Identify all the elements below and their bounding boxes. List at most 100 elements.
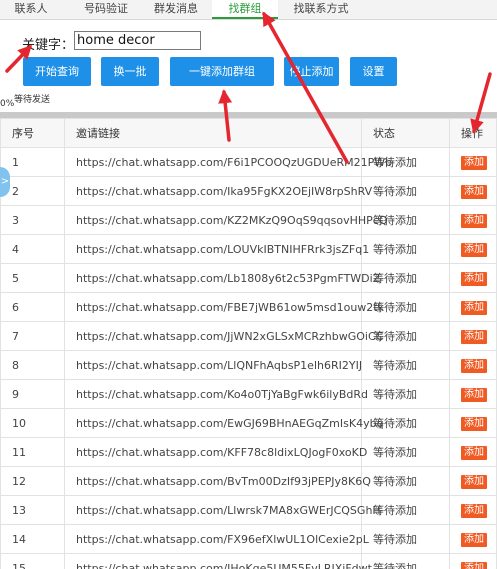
row-invite-link: https://chat.whatsapp.com/Ko4o0TjYaBgFwk… — [64, 379, 368, 409]
row-no: 4 — [0, 234, 65, 264]
row-add-button[interactable]: 添加 — [461, 184, 487, 199]
table-row: 11 https://chat.whatsapp.com/KFF78c8ldixL… — [0, 437, 497, 467]
row-no: 15 — [0, 553, 65, 569]
row-invite-link: https://chat.whatsapp.com/IHoKge5UM55FvL… — [64, 553, 372, 569]
row-status: 等待添加 — [361, 263, 450, 293]
header-no: 序号 — [0, 118, 65, 148]
row-add-button[interactable]: 添加 — [461, 300, 487, 315]
tab-find-contacts[interactable]: 找联系方式 — [280, 0, 362, 19]
row-no: 2 — [0, 176, 65, 206]
tab-number-verify[interactable]: 号码验证 — [70, 0, 142, 19]
table-row: 14 https://chat.whatsapp.com/FX96efXlwUL1… — [0, 524, 497, 554]
table-row: 8 https://chat.whatsapp.com/LlQNFhAqbsP1e… — [0, 350, 497, 380]
row-invite-link: https://chat.whatsapp.com/BvTm00DzIf93jP… — [64, 466, 371, 496]
row-status: 等待添加 — [361, 350, 450, 380]
table-row: 7 https://chat.whatsapp.com/JjWN2xGLSxMCR… — [0, 321, 497, 351]
row-op-cell: 添加 — [449, 147, 497, 177]
keyword-label: 关键字： — [22, 38, 75, 53]
row-op-cell: 添加 — [449, 176, 497, 206]
row-invite-link: https://chat.whatsapp.com/FBE7jWB61ow5ms… — [64, 292, 384, 322]
row-invite-link: https://chat.whatsapp.com/KFF78c8ldixLQJ… — [64, 437, 367, 467]
row-add-button[interactable]: 添加 — [461, 155, 487, 170]
row-add-button[interactable]: 添加 — [461, 213, 487, 228]
row-no: 11 — [0, 437, 65, 467]
row-invite-link: https://chat.whatsapp.com/EwGJ69BHnAEGqZ… — [64, 408, 384, 438]
table-row: 5 https://chat.whatsapp.com/Lb1808y6t2c53… — [0, 263, 497, 293]
row-add-button[interactable]: 添加 — [461, 387, 487, 402]
tab-bulk-message[interactable]: 群发消息 — [142, 0, 210, 19]
row-no: 10 — [0, 408, 65, 438]
row-op-cell: 添加 — [449, 524, 497, 554]
row-add-button[interactable]: 添加 — [461, 416, 487, 431]
progress-percent: 0% — [0, 99, 15, 109]
row-add-button[interactable]: 添加 — [461, 503, 487, 518]
row-add-button[interactable]: 添加 — [461, 271, 487, 286]
send-status-text: 等待发送 — [14, 95, 51, 105]
settings-button[interactable]: 设置 — [350, 57, 397, 86]
row-add-button[interactable]: 添加 — [461, 474, 487, 489]
table-row: 10 https://chat.whatsapp.com/EwGJ69BHnAEG… — [0, 408, 497, 438]
row-status: 等待添加 — [361, 176, 450, 206]
row-status: 等待添加 — [361, 524, 450, 554]
row-no: 12 — [0, 466, 65, 496]
row-op-cell: 添加 — [449, 292, 497, 322]
tab-bar: 联系人 号码验证 群发消息 找群组 找联系方式 — [0, 0, 497, 20]
header-status: 状态 — [361, 118, 450, 148]
row-status: 等待添加 — [361, 553, 450, 569]
row-no: 13 — [0, 495, 65, 525]
row-add-button[interactable]: 添加 — [461, 532, 487, 547]
row-status: 等待添加 — [361, 495, 450, 525]
row-no: 1 — [0, 147, 65, 177]
row-invite-link: https://chat.whatsapp.com/KZ2MKzQ9OqS9qq… — [64, 205, 387, 235]
row-op-cell: 添加 — [449, 466, 497, 496]
table-row: 6 https://chat.whatsapp.com/FBE7jWB61ow5m… — [0, 292, 497, 322]
row-no: 3 — [0, 205, 65, 235]
row-status: 等待添加 — [361, 234, 450, 264]
table-row: 12 https://chat.whatsapp.com/BvTm00DzIf93… — [0, 466, 497, 496]
row-status: 等待添加 — [361, 437, 450, 467]
row-op-cell: 添加 — [449, 321, 497, 351]
table-row: 15 https://chat.whatsapp.com/IHoKge5UM55F… — [0, 553, 497, 569]
row-op-cell: 添加 — [449, 379, 497, 409]
table-header-row: 序号 邀请链接 状态 操作 — [0, 118, 497, 148]
row-status: 等待添加 — [361, 379, 450, 409]
group-table-container[interactable]: 序号 邀请链接 状态 操作 1 https://chat.whatsapp.com… — [0, 118, 497, 569]
keyword-input[interactable]: home decor — [74, 31, 201, 50]
add-all-groups-button[interactable]: 一键添加群组 — [170, 57, 274, 86]
row-add-button[interactable]: 添加 — [461, 329, 487, 344]
row-op-cell: 添加 — [449, 205, 497, 235]
row-invite-link: https://chat.whatsapp.com/JjWN2xGLSxMCRz… — [64, 321, 383, 351]
table-row: 2 https://chat.whatsapp.com/Ika95FgKX2OEj… — [0, 176, 497, 206]
row-status: 等待添加 — [361, 466, 450, 496]
refresh-batch-button[interactable]: 换一批 — [101, 57, 159, 86]
row-no: 8 — [0, 350, 65, 380]
row-invite-link: https://chat.whatsapp.com/F6i1PCOOQzUGDU… — [64, 147, 392, 177]
row-invite-link: https://chat.whatsapp.com/Llwrsk7MA8xGWE… — [64, 495, 381, 525]
table-row: 9 https://chat.whatsapp.com/Ko4o0TjYaBgFw… — [0, 379, 497, 409]
tab-contacts[interactable]: 联系人 — [0, 0, 62, 19]
row-op-cell: 添加 — [449, 495, 497, 525]
start-query-button[interactable]: 开始查询 — [23, 57, 91, 86]
row-add-button[interactable]: 添加 — [461, 561, 487, 569]
row-op-cell: 添加 — [449, 437, 497, 467]
table-row: 3 https://chat.whatsapp.com/KZ2MKzQ9OqS9q… — [0, 205, 497, 235]
row-status: 等待添加 — [361, 292, 450, 322]
header-link: 邀请链接 — [64, 118, 362, 148]
row-no: 14 — [0, 524, 65, 554]
stop-add-button[interactable]: 停止添加 — [284, 57, 339, 86]
table-row: 1 https://chat.whatsapp.com/F6i1PCOOQzUGD… — [0, 147, 497, 177]
table-row: 4 https://chat.whatsapp.com/LOUVkIBTNIHFR… — [0, 234, 497, 264]
row-status: 等待添加 — [361, 147, 450, 177]
group-table: 序号 邀请链接 状态 操作 1 https://chat.whatsapp.com… — [0, 118, 497, 569]
row-status: 等待添加 — [361, 205, 450, 235]
row-invite-link: https://chat.whatsapp.com/Lb1808y6t2c53P… — [64, 263, 380, 293]
table-row: 13 https://chat.whatsapp.com/Llwrsk7MA8xG… — [0, 495, 497, 525]
row-add-button[interactable]: 添加 — [461, 242, 487, 257]
row-add-button[interactable]: 添加 — [461, 445, 487, 460]
row-op-cell: 添加 — [449, 350, 497, 380]
row-invite-link: https://chat.whatsapp.com/LOUVkIBTNIHFRr… — [64, 234, 369, 264]
tab-find-groups[interactable]: 找群组 — [212, 0, 278, 19]
row-op-cell: 添加 — [449, 408, 497, 438]
row-no: 7 — [0, 321, 65, 351]
row-add-button[interactable]: 添加 — [461, 358, 487, 373]
